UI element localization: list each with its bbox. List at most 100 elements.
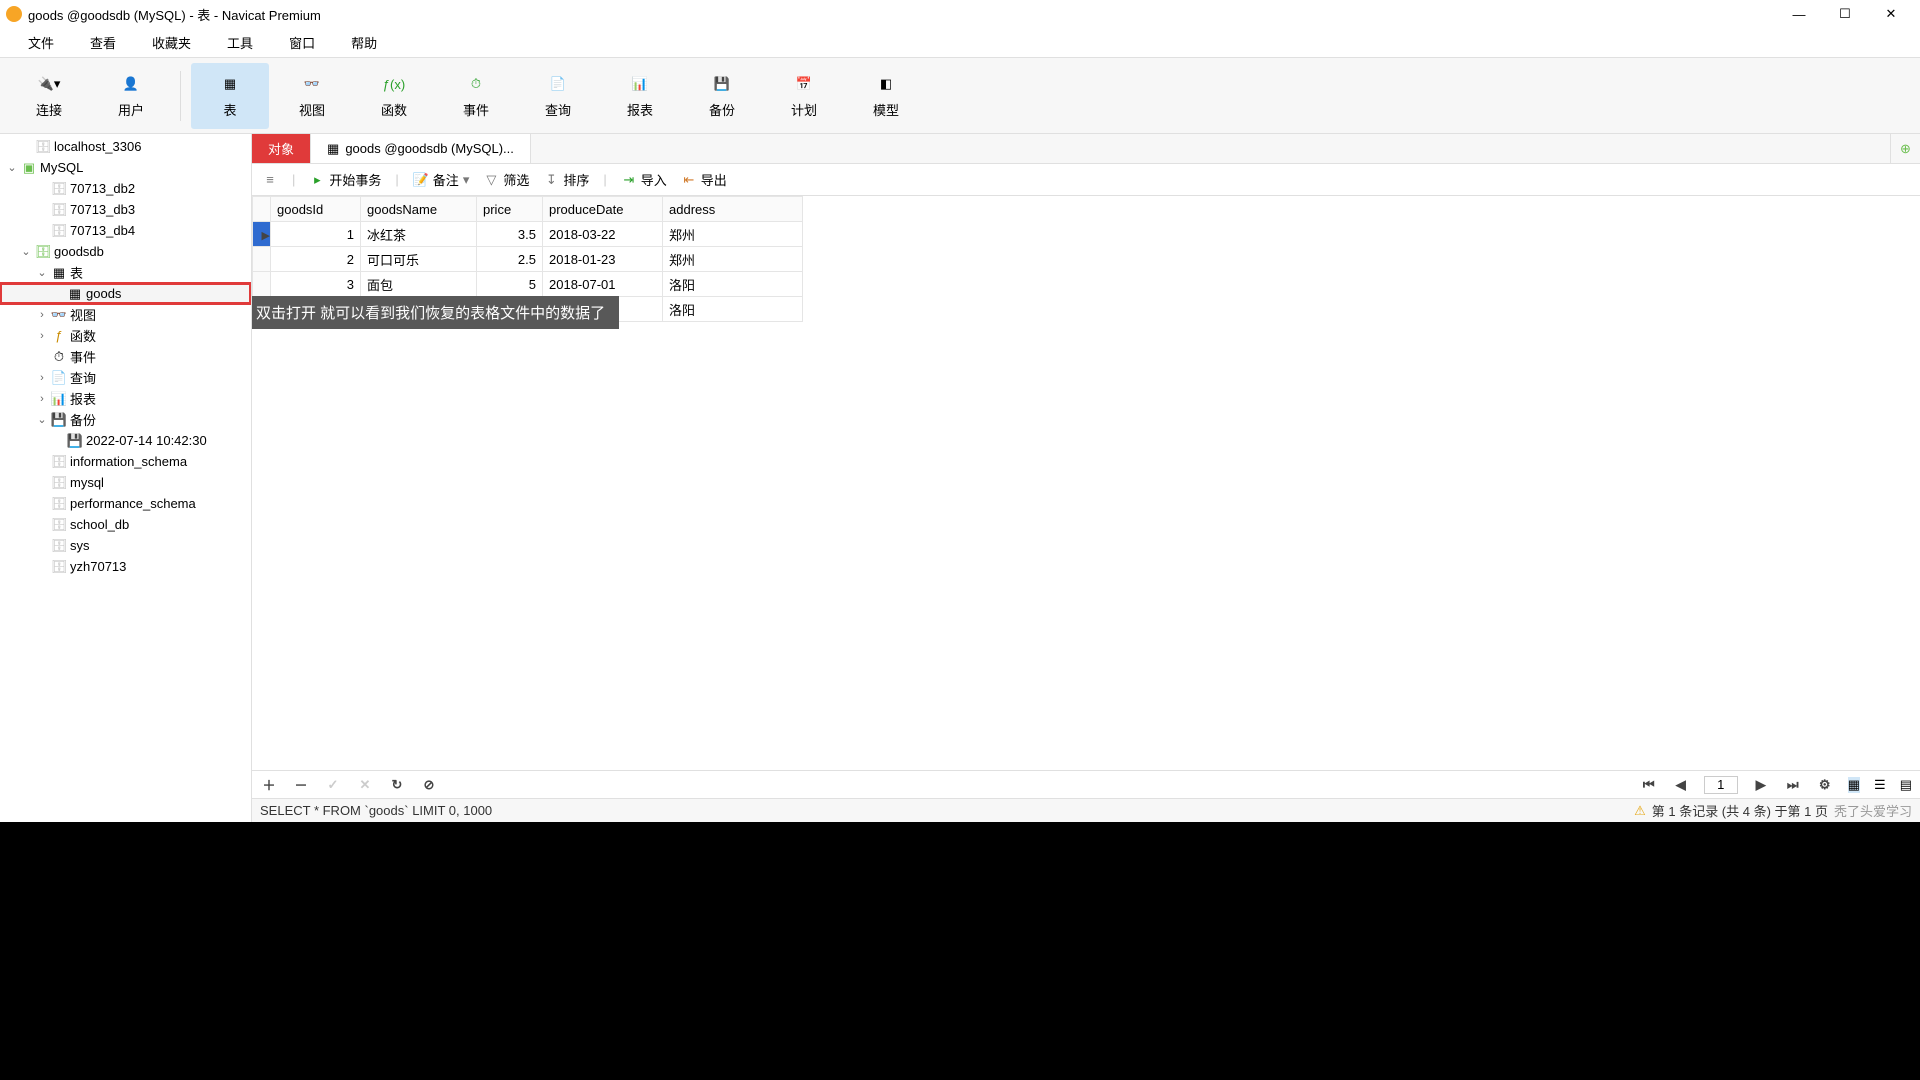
table-row[interactable]: 3 面包 5 2018-07-01 洛阳 — [253, 272, 803, 297]
tree-db[interactable]: 🗄70713_db3 — [0, 199, 251, 220]
memo-icon: 📝 — [413, 172, 429, 188]
column-header[interactable]: address — [663, 197, 803, 222]
chevron-down-icon: ▾ — [463, 172, 470, 188]
tree-folder-tables[interactable]: ⌄▦表 — [0, 262, 251, 283]
tree-db[interactable]: 🗄yzh70713 — [0, 556, 251, 577]
tree-localhost[interactable]: 🗄localhost_3306 — [0, 136, 251, 157]
sort-icon: ↧ — [543, 172, 559, 188]
tree-folder-functions[interactable]: ›ƒ函数 — [0, 325, 251, 346]
tab-objects[interactable]: 对象 — [252, 134, 311, 163]
database-icon: 🗄 — [50, 539, 68, 553]
tab-goods[interactable]: ▦goods @goodsdb (MySQL)... — [311, 134, 531, 163]
stop-button[interactable]: ⊘ — [420, 777, 438, 793]
tree-db[interactable]: 🗄mysql — [0, 472, 251, 493]
tree-db[interactable]: 🗄70713_db2 — [0, 178, 251, 199]
tree-db[interactable]: 🗄performance_schema — [0, 493, 251, 514]
begin-transaction-button[interactable]: ▸开始事务 — [309, 170, 381, 189]
user-icon: 👤 — [117, 72, 145, 96]
schedule-icon: 📅 — [790, 72, 818, 96]
connection-tree[interactable]: 🗄localhost_3306 ⌄▣MySQL 🗄70713_db2 🗄7071… — [0, 134, 252, 822]
menu-view[interactable]: 查看 — [72, 29, 134, 56]
menu-tools[interactable]: 工具 — [209, 29, 271, 56]
toolbar-backup[interactable]: 💾备份 — [683, 63, 761, 129]
refresh-button[interactable]: ↻ — [388, 777, 406, 793]
memo-button[interactable]: 📝备注 ▾ — [413, 170, 470, 189]
table-row[interactable]: ▶ 1 冰红茶 3.5 2018-03-22 郑州 — [253, 222, 803, 247]
close-button[interactable]: ✕ — [1868, 0, 1914, 28]
database-icon: 🗄 — [50, 182, 68, 196]
tree-db[interactable]: 🗄sys — [0, 535, 251, 556]
function-folder-icon: ƒ — [50, 329, 68, 343]
report-folder-icon: 📊 — [50, 392, 68, 406]
database-open-icon: 🗄 — [34, 245, 52, 259]
app-icon — [6, 6, 22, 22]
tree-mysql-connection[interactable]: ⌄▣MySQL — [0, 157, 251, 178]
toolbar-function[interactable]: ƒ(x)函数 — [355, 63, 433, 129]
row-header-corner — [253, 197, 271, 222]
table-row[interactable]: 2 可口可乐 2.5 2018-01-23 郑州 — [253, 247, 803, 272]
report-icon: 📊 — [626, 72, 654, 96]
tree-backup-item[interactable]: 💾2022-07-14 10:42:30 — [0, 430, 251, 451]
server-icon: 🗄 — [34, 140, 52, 154]
menu-window[interactable]: 窗口 — [271, 29, 333, 56]
view-icon: 👓 — [298, 72, 326, 96]
minimize-button[interactable]: — — [1776, 0, 1822, 28]
filter-button[interactable]: ▽筛选 — [483, 170, 529, 189]
database-icon: 🗄 — [50, 455, 68, 469]
tree-folder-views[interactable]: ›👓视图 — [0, 304, 251, 325]
tree-folder-events[interactable]: ⏱事件 — [0, 346, 251, 367]
column-header[interactable]: price — [477, 197, 543, 222]
toolbar-connect[interactable]: 🔌▾连接 — [10, 63, 88, 129]
status-sql: SELECT * FROM `goods` LIMIT 0, 1000 — [260, 803, 492, 818]
prev-page-button[interactable]: ◀ — [1672, 777, 1690, 793]
tree-db[interactable]: 🗄70713_db4 — [0, 220, 251, 241]
tree-table-goods[interactable]: ▦goods — [0, 283, 251, 304]
toolbar-event[interactable]: ⏱事件 — [437, 63, 515, 129]
toolbar-schedule[interactable]: 📅计划 — [765, 63, 843, 129]
add-record-button[interactable]: ＋ — [260, 775, 278, 794]
last-page-button[interactable]: ⏭ — [1784, 777, 1802, 793]
maximize-button[interactable]: ☐ — [1822, 0, 1868, 28]
database-icon: 🗄 — [50, 560, 68, 574]
data-grid[interactable]: goodsId goodsName price produceDate addr… — [252, 196, 1920, 770]
status-record-info: 第 1 条记录 (共 4 条) 于第 1 页 — [1652, 801, 1828, 820]
database-icon: 🗄 — [50, 497, 68, 511]
backup-icon: 💾 — [66, 434, 84, 448]
sort-button[interactable]: ↧排序 — [543, 170, 589, 189]
tree-folder-backups[interactable]: ⌄💾备份 — [0, 409, 251, 430]
menu-favorites[interactable]: 收藏夹 — [134, 29, 209, 56]
toolbar-model[interactable]: ◧模型 — [847, 63, 925, 129]
page-input[interactable] — [1704, 776, 1738, 794]
apply-button[interactable]: ✓ — [324, 777, 342, 793]
form-view-button[interactable]: ☰ — [1874, 777, 1886, 793]
tree-folder-queries[interactable]: ›📄查询 — [0, 367, 251, 388]
annotation-callout: 1 双击打开 就可以看到我们恢复的表格文件中的数据了 — [252, 296, 619, 329]
toolbar-table[interactable]: ▦表 — [191, 63, 269, 129]
database-icon: 🗄 — [50, 224, 68, 238]
tree-folder-reports[interactable]: ›📊报表 — [0, 388, 251, 409]
column-header[interactable]: goodsId — [271, 197, 361, 222]
column-header[interactable]: goodsName — [361, 197, 477, 222]
first-page-button[interactable]: ⏮ — [1640, 777, 1658, 793]
menu-file[interactable]: 文件 — [10, 29, 72, 56]
detail-view-button[interactable]: ▤ — [1900, 777, 1912, 793]
menu-toggle[interactable]: ≡ — [262, 172, 278, 188]
event-icon: ⏱ — [462, 72, 490, 96]
column-header[interactable]: produceDate — [543, 197, 663, 222]
grid-view-button[interactable]: ▦ — [1848, 777, 1860, 793]
cancel-edit-button[interactable]: ✕ — [356, 777, 374, 793]
toolbar-query[interactable]: 📄查询 — [519, 63, 597, 129]
settings-button[interactable]: ⚙ — [1816, 777, 1834, 793]
delete-record-button[interactable]: － — [292, 775, 310, 794]
tab-add-button[interactable]: ⊕ — [1890, 134, 1920, 163]
toolbar-user[interactable]: 👤用户 — [92, 63, 170, 129]
toolbar-view[interactable]: 👓视图 — [273, 63, 351, 129]
toolbar-report[interactable]: 📊报表 — [601, 63, 679, 129]
tree-goodsdb[interactable]: ⌄🗄goodsdb — [0, 241, 251, 262]
menu-help[interactable]: 帮助 — [333, 29, 395, 56]
tree-db[interactable]: 🗄information_schema — [0, 451, 251, 472]
tree-db[interactable]: 🗄school_db — [0, 514, 251, 535]
export-button[interactable]: ⇤导出 — [681, 170, 727, 189]
import-button[interactable]: ⇥导入 — [621, 170, 667, 189]
next-page-button[interactable]: ▶ — [1752, 777, 1770, 793]
